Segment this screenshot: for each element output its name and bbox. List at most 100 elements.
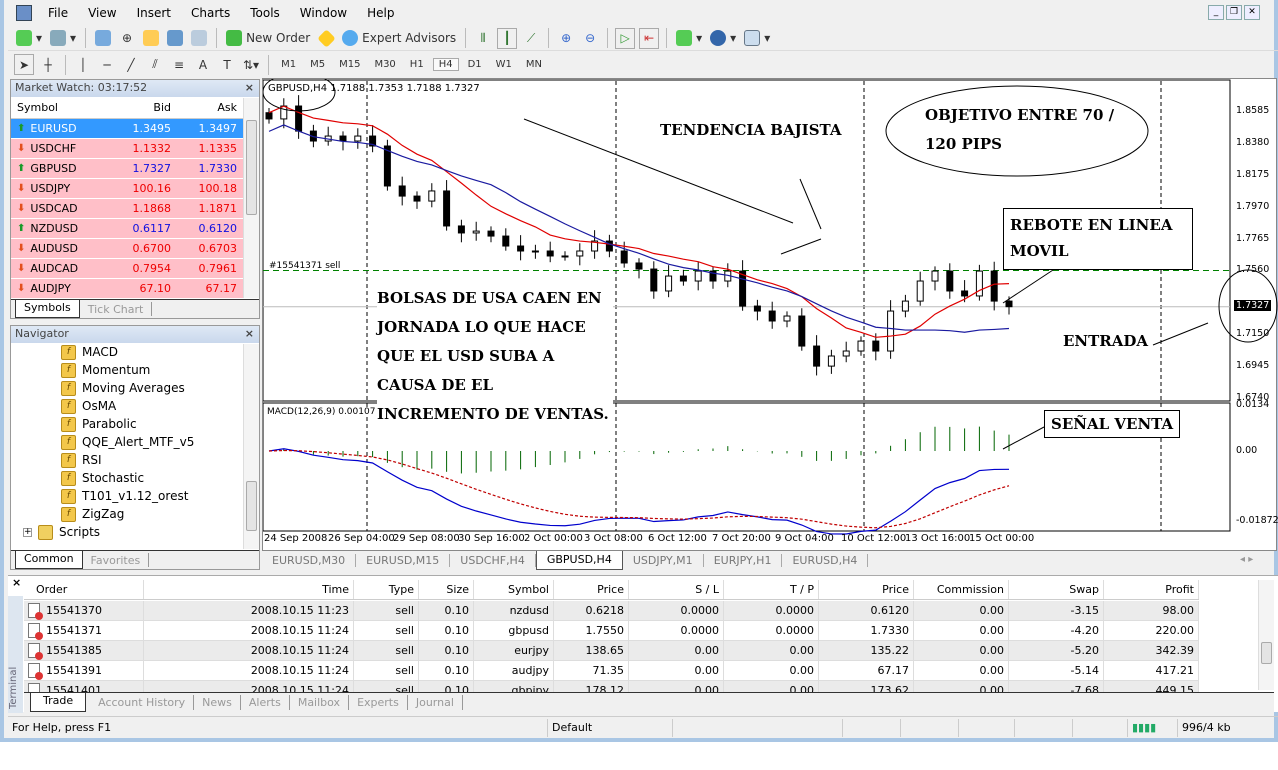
arrows-button[interactable]: ⇅▾	[241, 54, 261, 75]
equidistant-channel-button[interactable]: ⫽	[145, 54, 165, 75]
tester-button[interactable]	[189, 28, 209, 49]
market-watch-button[interactable]	[93, 28, 113, 49]
chart-tab[interactable]: GBPUSD,H4	[535, 551, 623, 570]
close-icon[interactable]: ×	[245, 327, 254, 340]
menu-window[interactable]: Window	[290, 6, 357, 20]
zoom-in-button[interactable]: ⊕	[556, 28, 576, 49]
candle-chart-button[interactable]: ┃	[497, 27, 518, 49]
column-ask[interactable]: Ask	[171, 101, 241, 114]
alert-button[interactable]	[316, 28, 336, 49]
vertical-line-button[interactable]: │	[73, 54, 93, 75]
market-watch-row[interactable]: ⬇ USDJPY 100.16 100.18	[11, 179, 259, 199]
order-row[interactable]: 15541370 2008.10.15 11:23 sell 0.10 nzdusd 0.…	[24, 601, 1199, 621]
column-header[interactable]: T / P	[724, 580, 819, 599]
column-header[interactable]: Symbol	[474, 580, 554, 599]
nav-item-indicator[interactable]: f ZigZag	[11, 505, 259, 523]
cursor-button[interactable]: ➤	[14, 54, 34, 75]
nav-item-indicator[interactable]: f OsMA	[11, 397, 259, 415]
chart-window[interactable]: GBPUSD,H4 1.7188 1.7353 1.7188 1.7327 #1…	[262, 78, 1278, 551]
nav-item-indicator[interactable]: f Parabolic	[11, 415, 259, 433]
templates-button[interactable]: ▾	[742, 28, 772, 49]
timeframe-m1[interactable]: M1	[276, 59, 301, 70]
tab-favorites[interactable]: Favorites	[83, 553, 150, 567]
column-symbol[interactable]: Symbol	[11, 101, 116, 114]
nav-item-indicator[interactable]: f RSI	[11, 451, 259, 469]
chart-tab[interactable]: USDCHF,H4	[450, 554, 536, 567]
nav-item-indicator[interactable]: f Moving Averages	[11, 379, 259, 397]
column-header[interactable]: Order	[24, 580, 144, 599]
terminal-button[interactable]	[165, 28, 185, 49]
fibonacci-button[interactable]: ≡	[169, 54, 189, 75]
market-watch-row[interactable]: ⬇ USDCHF 1.1332 1.1335	[11, 139, 259, 159]
order-row[interactable]: 15541371 2008.10.15 11:24 sell 0.10 gbpusd 1.…	[24, 621, 1199, 641]
crosshair-button[interactable]: ┼	[38, 54, 58, 75]
tab-symbols[interactable]: Symbols	[15, 300, 80, 318]
expert-advisors-button[interactable]: Expert Advisors	[340, 28, 458, 49]
market-watch-row[interactable]: ⬆ GBPUSD 1.7327 1.7330	[11, 159, 259, 179]
scroll-thumb[interactable]	[1261, 642, 1272, 664]
market-watch-row[interactable]: ⬇ AUDCAD 0.7954 0.7961	[11, 259, 259, 279]
new-chart-button[interactable]: ▾	[14, 28, 44, 49]
nav-item-indicator[interactable]: f MACD	[11, 343, 259, 361]
new-order-button[interactable]: New Order	[224, 28, 312, 49]
order-row[interactable]: 15541385 2008.10.15 11:24 sell 0.10 eurjpy 13…	[24, 641, 1199, 661]
menu-file[interactable]: File	[38, 6, 78, 20]
close-icon[interactable]: ×	[245, 81, 254, 94]
market-watch-row[interactable]: ⬆ NZDUSD 0.6117 0.6120	[11, 219, 259, 239]
navigator-scrollbar[interactable]	[243, 344, 259, 549]
tab-common[interactable]: Common	[15, 551, 83, 569]
scroll-thumb[interactable]	[246, 481, 257, 531]
market-watch-scrollbar[interactable]	[243, 98, 259, 298]
chart-tab[interactable]: USDJPY,M1	[623, 554, 704, 567]
indicators-button[interactable]: ▾	[674, 28, 704, 49]
timeframe-h4[interactable]: H4	[432, 58, 459, 71]
nav-item-indicator[interactable]: f Momentum	[11, 361, 259, 379]
text-button[interactable]: A	[193, 54, 213, 75]
restore-button[interactable]: ❐	[1226, 5, 1242, 20]
timeframe-m5[interactable]: M5	[305, 59, 330, 70]
column-header[interactable]: Price	[554, 580, 629, 599]
column-header[interactable]: Time	[144, 580, 354, 599]
auto-scroll-button[interactable]: ▷	[615, 27, 636, 49]
data-window-button[interactable]: ⊕	[117, 28, 137, 49]
minimize-button[interactable]: _	[1208, 5, 1224, 20]
periods-button[interactable]: ▾	[708, 28, 738, 49]
terminal-tab[interactable]: Journal	[408, 695, 463, 710]
chart-tab[interactable]: EURUSD,M30	[262, 554, 357, 567]
column-header[interactable]: Price	[819, 580, 914, 599]
close-button[interactable]: ✕	[1244, 5, 1260, 20]
column-header[interactable]: Swap	[1009, 580, 1104, 599]
menu-view[interactable]: View	[78, 6, 126, 20]
market-watch-row[interactable]: ⬆ EURUSD 1.3495 1.3497	[11, 119, 259, 139]
terminal-scrollbar[interactable]	[1258, 580, 1274, 690]
market-watch-row[interactable]: ⬇ AUDUSD 0.6700 0.6703	[11, 239, 259, 259]
menu-insert[interactable]: Insert	[127, 6, 181, 20]
column-header[interactable]: Profit	[1104, 580, 1199, 599]
chart-shift-button[interactable]: ⇤	[639, 27, 660, 49]
chart-tab[interactable]: EURUSD,M15	[356, 554, 451, 567]
text-label-button[interactable]: T	[217, 54, 237, 75]
navigator-button[interactable]	[141, 28, 161, 49]
market-watch-row[interactable]: ⬇ AUDJPY 67.10 67.17	[11, 279, 259, 299]
nav-item-indicator[interactable]: f T101_v1.12_orest	[11, 487, 259, 505]
bar-chart-button[interactable]: ⫴	[473, 28, 493, 49]
zoom-out-button[interactable]: ⊖	[580, 28, 600, 49]
column-header[interactable]: Commission	[914, 580, 1009, 599]
timeframe-h1[interactable]: H1	[405, 59, 429, 70]
trendline-button[interactable]: ╱	[121, 54, 141, 75]
expand-icon[interactable]: +	[23, 527, 32, 537]
nav-item-indicator[interactable]: f QQE_Alert_MTF_v5	[11, 433, 259, 451]
timeframe-w1[interactable]: W1	[491, 59, 517, 70]
terminal-tab[interactable]: Alerts	[241, 695, 290, 710]
timeframe-d1[interactable]: D1	[463, 59, 487, 70]
terminal-tab[interactable]: Mailbox	[290, 695, 350, 710]
column-bid[interactable]: Bid	[116, 101, 171, 114]
terminal-tab[interactable]: Experts	[349, 695, 408, 710]
menu-tools[interactable]: Tools	[240, 6, 290, 20]
timeframe-m15[interactable]: M15	[334, 59, 365, 70]
order-row[interactable]: 15541391 2008.10.15 11:24 sell 0.10 audjpy 71…	[24, 661, 1199, 681]
timeframe-mn[interactable]: MN	[521, 59, 547, 70]
chart-tab-scroll[interactable]: ◂ ▸	[1240, 554, 1253, 565]
terminal-tab[interactable]: Account History	[90, 695, 195, 710]
market-watch-row[interactable]: ⬇ USDCAD 1.1868 1.1871	[11, 199, 259, 219]
